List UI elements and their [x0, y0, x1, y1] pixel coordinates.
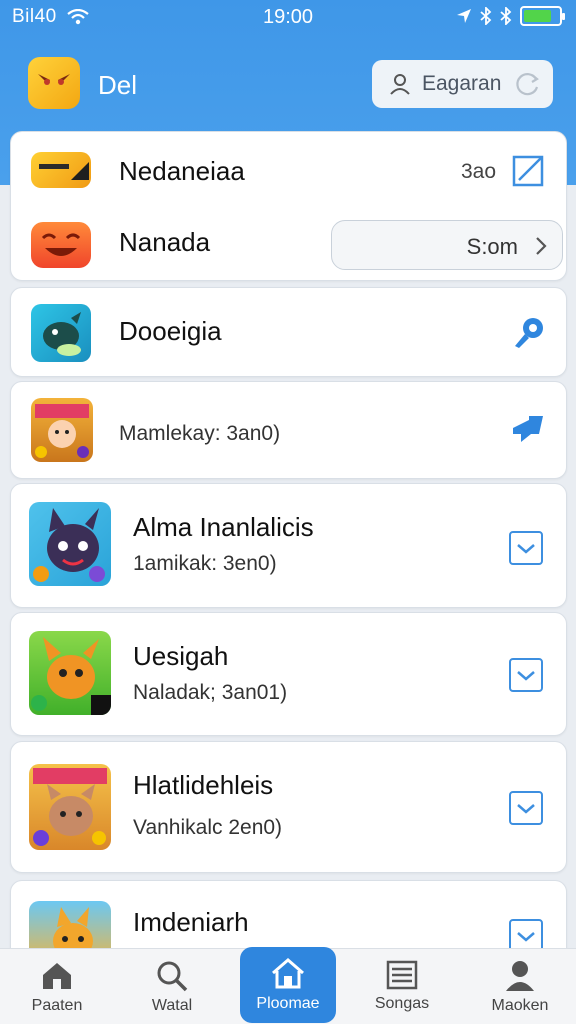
item-subtitle: Vanhikalc 2en0)	[133, 816, 283, 839]
tab-label: Paaten	[31, 997, 83, 1014]
location-icon	[457, 9, 471, 23]
item-title: Nanada	[119, 227, 211, 257]
battery-icon	[520, 6, 565, 26]
home-icon	[272, 958, 304, 989]
list-item[interactable]: Mamlekay: 3an0)	[10, 381, 567, 479]
open-button[interactable]: S:om	[331, 220, 563, 270]
check-icon	[517, 671, 535, 681]
app-title: Del	[98, 70, 138, 100]
list-item[interactable]: Nedaneiaa 3ao Nanada S:om	[10, 131, 567, 281]
user-icon	[390, 74, 410, 95]
chevron-right-icon	[536, 237, 547, 255]
pin-icon[interactable]	[511, 316, 547, 350]
list-item[interactable]: Hlatlidehleis Vanhikalc 2en0)	[10, 741, 567, 873]
item-title: Alma Inanlalicis	[133, 512, 314, 542]
app-thumbnail	[29, 631, 111, 715]
app-thumbnail	[29, 764, 111, 850]
home-icon	[43, 963, 71, 989]
app-thumbnail	[31, 222, 91, 268]
tab-maoken[interactable]: Maoken	[472, 949, 568, 1024]
profile-icon	[506, 961, 534, 991]
app-logo	[28, 57, 80, 109]
check-icon	[517, 932, 535, 942]
pill-label: S:om	[466, 234, 518, 259]
list-item[interactable]: Dooeigia	[10, 287, 567, 377]
list-icon	[386, 960, 418, 990]
bluetooth-icon	[480, 7, 492, 25]
app-thumbnail	[29, 502, 111, 586]
item-title: Dooeigia	[119, 316, 222, 346]
list-item[interactable]: Alma Inanlalicis 1amikak: 3en0)	[10, 483, 567, 608]
search-icon	[157, 961, 188, 992]
tab-watal[interactable]: Watal	[124, 949, 220, 1024]
list-item[interactable]: Uesigah Naladak; 3an01)	[10, 612, 567, 736]
tab-bar: Paaten Watal Ploomae Songas Maoken	[0, 947, 576, 1024]
status-bar: Bil40 19:00	[0, 0, 576, 34]
tab-songas[interactable]: Songas	[354, 949, 450, 1024]
app-thumbnail	[31, 152, 91, 188]
item-title: Nedaneiaa	[119, 156, 245, 186]
checkbox[interactable]	[509, 531, 543, 565]
tab-ploomae[interactable]: Ploomae	[240, 947, 336, 1023]
item-value: 3ao	[461, 160, 497, 183]
item-title: Hlatlidehleis	[133, 770, 274, 800]
app-thumbnail	[31, 398, 93, 462]
search-placeholder: Eagaran	[422, 72, 502, 95]
tab-paaten[interactable]: Paaten	[9, 949, 105, 1024]
search-input[interactable]: Eagaran	[372, 60, 553, 108]
item-subtitle: Mamlekay: 3an0)	[119, 422, 281, 445]
check-icon	[517, 544, 535, 554]
item-subtitle: 1amikak: 3en0)	[133, 552, 277, 575]
tab-label: Maoken	[491, 997, 549, 1014]
refresh-icon[interactable]	[515, 71, 541, 97]
tab-label: Songas	[374, 995, 430, 1012]
item-title: Uesigah	[133, 641, 229, 671]
checkbox[interactable]	[509, 658, 543, 692]
item-title: Imdeniarh	[133, 907, 249, 937]
app-thumbnail	[31, 304, 91, 362]
bluetooth-icon	[500, 7, 512, 25]
check-icon	[517, 804, 535, 814]
checkbox[interactable]	[509, 791, 543, 825]
item-subtitle: Naladak; 3an01)	[133, 681, 288, 704]
pin-icon[interactable]	[509, 412, 547, 446]
edit-icon[interactable]	[511, 152, 547, 188]
tab-label: Ploomae	[256, 995, 320, 1012]
tab-label: Watal	[151, 997, 193, 1014]
